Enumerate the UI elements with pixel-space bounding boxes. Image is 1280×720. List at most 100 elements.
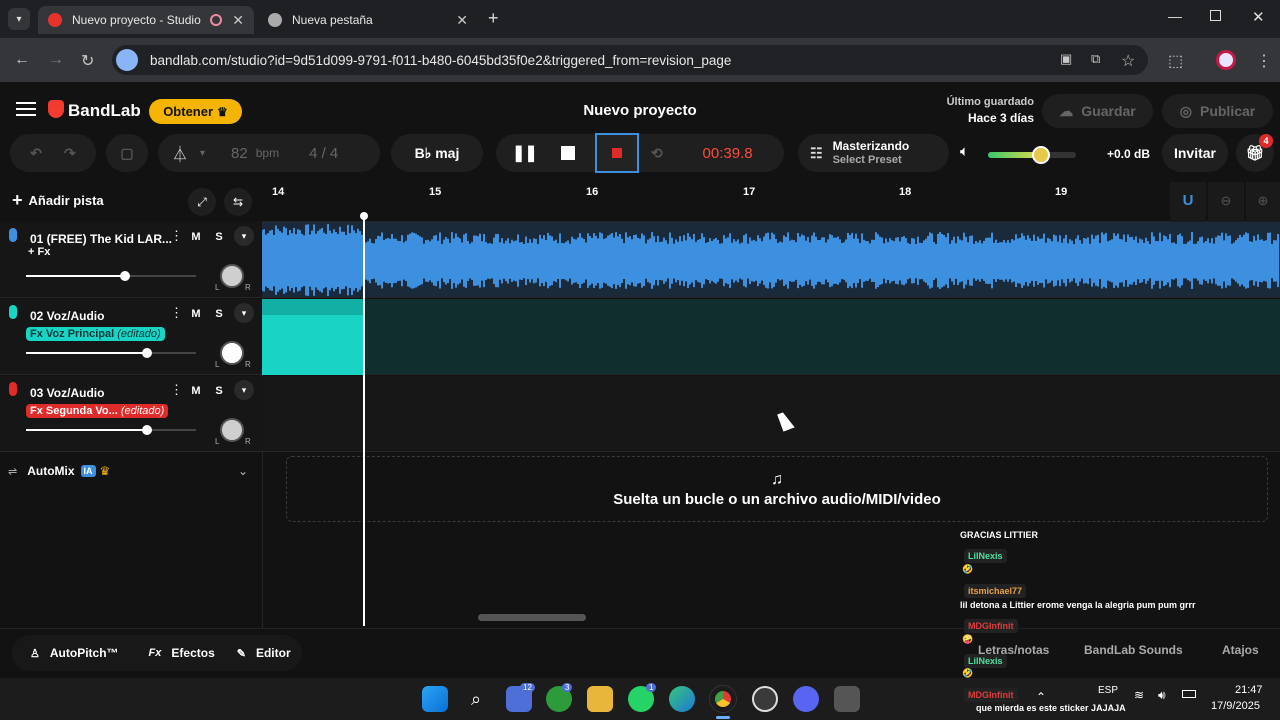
clock-time[interactable]: 21:47: [1235, 684, 1263, 696]
expand-icon[interactable]: ▾: [234, 226, 254, 246]
shortcuts-button[interactable]: Atajos: [1222, 643, 1259, 657]
metronome-dropdown-icon[interactable]: ▾: [200, 148, 205, 159]
track-menu-icon[interactable]: ⋮: [170, 228, 183, 244]
clipboard-button[interactable]: ▢: [106, 134, 148, 172]
volume-knob[interactable]: [119, 271, 130, 281]
obs-icon[interactable]: [752, 686, 778, 712]
effects-button[interactable]: Efectos: [171, 646, 214, 660]
bookmark-star-icon[interactable]: ☆: [1121, 51, 1135, 71]
get-premium-button[interactable]: Obtener ♛: [149, 99, 242, 124]
track-volume-slider[interactable]: [26, 425, 196, 435]
search-icon[interactable]: ⌕: [463, 686, 489, 712]
track-header-1[interactable]: 01 (FREE) The Kid LAR... ⋮ M S ▾ + Fx L …: [0, 222, 262, 298]
mute-button[interactable]: M: [187, 228, 205, 246]
pan-knob[interactable]: [220, 341, 244, 365]
autopitch-button[interactable]: AutoPitch™: [50, 646, 119, 660]
track-name[interactable]: 01 (FREE) The Kid LAR...: [30, 232, 172, 246]
tab-list-icon[interactable]: ▾: [8, 8, 30, 30]
fx-button[interactable]: + Fx: [28, 246, 50, 258]
tab-new[interactable]: Nueva pestaña ✕: [258, 6, 478, 34]
zoom-out-icon[interactable]: ⊖: [1208, 182, 1244, 222]
close-tab-icon[interactable]: ✕: [232, 12, 244, 29]
maximize-icon[interactable]: [1210, 10, 1221, 21]
speaker-icon[interactable]: 🔈︎: [960, 143, 969, 160]
pan-knob[interactable]: [220, 418, 244, 442]
playhead[interactable]: [363, 216, 365, 626]
key-selector[interactable]: B♭ maj: [391, 134, 483, 172]
automix-row[interactable]: ⇌ AutoMix IA ♛ ⌄: [0, 453, 262, 489]
file-explorer-icon[interactable]: [587, 686, 613, 712]
volume-knob[interactable]: [141, 348, 152, 358]
sounds-button[interactable]: BandLab Sounds: [1084, 643, 1183, 657]
drop-zone[interactable]: ♫ Suelta un bucle o un archivo audio/MID…: [286, 456, 1268, 522]
master-volume-slider[interactable]: [988, 146, 1076, 164]
invite-button[interactable]: Invitar: [1162, 134, 1228, 172]
add-track-button[interactable]: + Añadir pista: [12, 190, 104, 211]
track-header-2[interactable]: 02 Voz/Audio ⋮ M S ▾ Fx Voz Principal (e…: [0, 299, 262, 375]
editor-button[interactable]: Editor: [256, 646, 291, 660]
new-tab-icon[interactable]: +: [488, 8, 499, 29]
menu-dots-icon[interactable]: ⋮: [1256, 51, 1272, 71]
master-volume-knob[interactable]: [1031, 146, 1050, 164]
battery-icon[interactable]: [1182, 690, 1196, 698]
solo-button[interactable]: S: [210, 382, 228, 400]
close-window-icon[interactable]: ✕: [1252, 8, 1265, 26]
bpm-value[interactable]: 82: [231, 145, 248, 162]
waveform-clip[interactable]: [262, 222, 1280, 298]
track-lane-3[interactable]: [262, 376, 1280, 452]
discord-icon[interactable]: [793, 686, 819, 712]
track-lane-1[interactable]: [262, 222, 1280, 298]
expand-icon[interactable]: ▾: [234, 303, 254, 323]
redo-icon[interactable]: ↷: [64, 145, 76, 162]
reload-icon[interactable]: ↻: [81, 51, 94, 71]
clock-date[interactable]: 17/9/2025: [1211, 700, 1260, 712]
profile-avatar[interactable]: [1216, 50, 1236, 70]
back-icon[interactable]: ←: [14, 51, 30, 69]
automix-expand-icon[interactable]: ⌄: [238, 464, 248, 478]
wifi-icon[interactable]: ≋: [1134, 688, 1144, 702]
lang-indicator[interactable]: ESP: [1098, 685, 1118, 696]
mute-button[interactable]: M: [187, 305, 205, 323]
project-title[interactable]: Nuevo proyecto: [540, 102, 740, 119]
fx-preset-tag[interactable]: Fx Voz Principal (editado): [26, 327, 165, 341]
track-header-3[interactable]: 03 Voz/Audio ⋮ M S ▾ Fx Segunda Vo... (e…: [0, 376, 262, 452]
volume-knob[interactable]: [141, 425, 152, 435]
loop-icon[interactable]: ⟲: [651, 145, 663, 162]
track-volume-slider[interactable]: [26, 348, 196, 358]
track-menu-icon[interactable]: ⋮: [170, 382, 183, 398]
auto-arrange-icon[interactable]: ⇆: [224, 188, 252, 216]
minimize-icon[interactable]: —: [1168, 8, 1182, 24]
extensions-icon[interactable]: ⬚: [1168, 51, 1183, 71]
track-name[interactable]: 03 Voz/Audio: [30, 386, 104, 400]
time-signature[interactable]: 4 / 4: [309, 145, 338, 162]
pause-icon[interactable]: ❚❚: [512, 143, 538, 163]
playhead-handle[interactable]: [360, 212, 368, 220]
solo-button[interactable]: S: [210, 305, 228, 323]
undo-icon[interactable]: ↶: [30, 145, 42, 162]
mastering-button[interactable]: ☷ Masterizando Select Preset: [798, 134, 949, 172]
save-button[interactable]: ☁ Guardar: [1042, 94, 1153, 128]
stop-icon[interactable]: [560, 146, 575, 160]
mute-button[interactable]: M: [187, 382, 205, 400]
pan-knob[interactable]: [220, 264, 244, 288]
record-button[interactable]: [594, 133, 639, 173]
metronome-icon[interactable]: ⏃: [172, 141, 188, 165]
tray-chevron-icon[interactable]: ⌃: [1036, 690, 1046, 704]
recorded-clip[interactable]: [262, 299, 363, 375]
track-menu-icon[interactable]: ⋮: [170, 305, 183, 321]
zoom-in-icon[interactable]: ⊕: [1246, 182, 1280, 222]
translate-icon[interactable]: ▣: [1060, 51, 1072, 67]
track-name[interactable]: 02 Voz/Audio: [30, 309, 104, 323]
install-icon[interactable]: ⧉: [1091, 51, 1100, 67]
hamburger-menu-icon[interactable]: [16, 102, 36, 116]
tab-studio[interactable]: Nuevo proyecto - Studio ✕: [38, 6, 254, 34]
forward-icon[interactable]: →: [48, 51, 64, 69]
publish-button[interactable]: ◎ Publicar: [1162, 94, 1273, 128]
fx-preset-tag[interactable]: Fx Segunda Vo... (editado): [26, 404, 169, 418]
volume-icon[interactable]: 🔊︎: [1158, 688, 1166, 703]
solo-button[interactable]: S: [210, 228, 228, 246]
track-volume-slider[interactable]: [26, 271, 196, 281]
site-info-icon[interactable]: [116, 49, 138, 71]
horizontal-scrollbar[interactable]: [478, 614, 586, 621]
windows-start-icon[interactable]: [422, 686, 448, 712]
